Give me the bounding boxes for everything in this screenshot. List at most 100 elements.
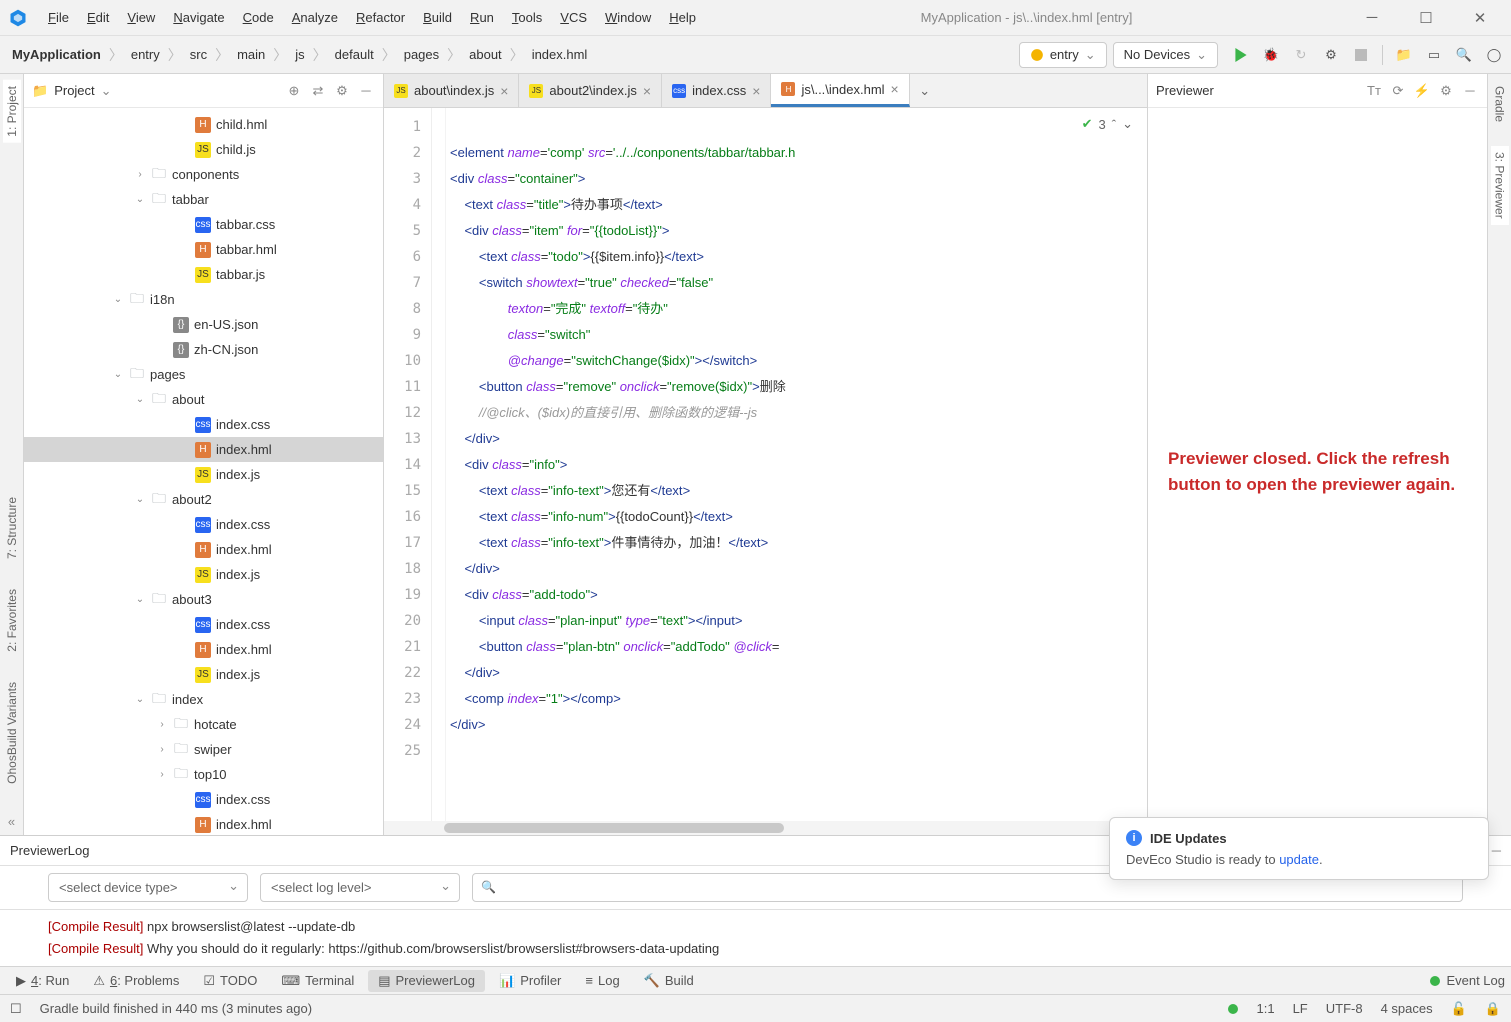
menu-refactor[interactable]: Refactor <box>348 6 413 29</box>
refresh-icon[interactable]: ⟳ <box>1389 83 1407 99</box>
tree-item-tabbar.hml[interactable]: Htabbar.hml <box>24 237 383 262</box>
lock-icon[interactable]: 🔒 <box>1485 1001 1501 1017</box>
device-type-select[interactable]: <select device type> <box>48 873 248 902</box>
tree-item-index.js[interactable]: JSindex.js <box>24 462 383 487</box>
tool-tab-build[interactable]: 🔨Build <box>634 970 704 992</box>
breadcrumb-item[interactable]: MyApplication <box>8 45 105 64</box>
menu-edit[interactable]: Edit <box>79 6 117 29</box>
menu-view[interactable]: View <box>119 6 163 29</box>
menu-vcs[interactable]: VCS <box>552 6 595 29</box>
menu-window[interactable]: Window <box>597 6 659 29</box>
menu-tools[interactable]: Tools <box>504 6 550 29</box>
tree-item-hotcate[interactable]: ›🗀hotcate <box>24 712 383 737</box>
stop-icon[interactable] <box>1352 46 1370 64</box>
editor-body[interactable]: 1234567891011121314151617181920212223242… <box>384 108 1147 821</box>
project-tool-tab[interactable]: 1: Project <box>3 80 21 143</box>
breadcrumb-item[interactable]: js <box>291 45 308 64</box>
editor-tab[interactable]: JSabout\index.js× <box>384 74 519 107</box>
tree-item-index.hml[interactable]: Hindex.hml <box>24 637 383 662</box>
tree-item-index.css[interactable]: cssindex.css <box>24 787 383 812</box>
tree-item-tabbar.css[interactable]: csstabbar.css <box>24 212 383 237</box>
tree-item-tabbar[interactable]: ⌄🗀tabbar <box>24 187 383 212</box>
close-tab-icon[interactable]: × <box>500 83 508 99</box>
tree-item-i18n[interactable]: ⌄🗀i18n <box>24 287 383 312</box>
tree-item-zh-CN.json[interactable]: {}zh-CN.json <box>24 337 383 362</box>
gear-icon[interactable]: ⚙ <box>1437 83 1455 99</box>
project-tree[interactable]: Hchild.hmlJSchild.js›🗀conponents⌄🗀tabbar… <box>24 108 383 835</box>
inspections-widget[interactable]: ✔ 3 ˆ⌄ <box>1082 116 1133 132</box>
editor-scrollbar[interactable] <box>384 821 1147 835</box>
maximize-button[interactable]: ☐ <box>1403 4 1449 32</box>
tree-item-index.js[interactable]: JSindex.js <box>24 562 383 587</box>
indent-info[interactable]: 4 spaces <box>1381 1001 1433 1016</box>
profile-icon[interactable]: ⚙ <box>1322 46 1340 64</box>
menu-code[interactable]: Code <box>235 6 282 29</box>
breadcrumb-item[interactable]: pages <box>400 45 443 64</box>
close-button[interactable]: ✕ <box>1457 4 1503 32</box>
tree-item-index[interactable]: ⌄🗀index <box>24 687 383 712</box>
close-tab-icon[interactable]: × <box>752 83 760 99</box>
breadcrumb-item[interactable]: about <box>465 45 506 64</box>
caret-position[interactable]: 1:1 <box>1256 1001 1274 1016</box>
tool-tab-terminal[interactable]: ⌨Terminal <box>271 970 364 992</box>
tree-item-index.css[interactable]: cssindex.css <box>24 612 383 637</box>
close-tab-icon[interactable]: × <box>891 81 899 97</box>
gradle-tool-tab[interactable]: Gradle <box>1491 80 1509 128</box>
menu-navigate[interactable]: Navigate <box>165 6 232 29</box>
event-log-button[interactable]: Event Log <box>1430 973 1505 988</box>
tree-item-about3[interactable]: ⌄🗀about3 <box>24 587 383 612</box>
tree-item-index.css[interactable]: cssindex.css <box>24 412 383 437</box>
device-manager-icon[interactable]: ▭ <box>1425 46 1443 64</box>
encoding[interactable]: UTF-8 <box>1326 1001 1363 1016</box>
user-icon[interactable]: ◯ <box>1485 46 1503 64</box>
tree-item-child.hml[interactable]: Hchild.hml <box>24 112 383 137</box>
close-tab-icon[interactable]: × <box>643 83 651 99</box>
menu-file[interactable]: File <box>40 6 77 29</box>
breadcrumb-item[interactable]: index.hml <box>528 45 592 64</box>
tool-tab-log[interactable]: ≡Log <box>575 970 629 991</box>
hide-icon[interactable]: ─ <box>357 83 375 98</box>
menu-analyze[interactable]: Analyze <box>284 6 346 29</box>
locate-icon[interactable]: ⊕ <box>285 83 303 99</box>
run-icon[interactable] <box>1232 46 1250 64</box>
minimize-button[interactable]: ─ <box>1349 4 1395 32</box>
tree-item-pages[interactable]: ⌄🗀pages <box>24 362 383 387</box>
tree-item-index.hml[interactable]: Hindex.hml <box>24 812 383 835</box>
debug-icon[interactable]: 🐞 <box>1262 46 1280 64</box>
log-level-select[interactable]: <select log level> <box>260 873 460 902</box>
breadcrumb-item[interactable]: src <box>186 45 211 64</box>
breadcrumb-item[interactable]: entry <box>127 45 164 64</box>
favorites-tool-tab[interactable]: 2: Favorites <box>3 583 21 658</box>
more-tabs-icon[interactable]: ⌄ <box>910 74 940 107</box>
editor-tab[interactable]: Hjs\...\index.hml× <box>771 74 909 107</box>
tree-item-swiper[interactable]: ›🗀swiper <box>24 737 383 762</box>
search-icon[interactable]: 🔍 <box>1455 46 1473 64</box>
menu-build[interactable]: Build <box>415 6 460 29</box>
settings-icon[interactable]: ⚙ <box>333 83 351 99</box>
tree-item-about[interactable]: ⌄🗀about <box>24 387 383 412</box>
coverage-icon[interactable]: ↻ <box>1292 46 1310 64</box>
device-dropdown[interactable]: No Devices ⌄ <box>1113 42 1218 68</box>
code-editor[interactable]: <element name='comp' src='../../conponen… <box>446 108 1147 821</box>
collapse-icon[interactable]: « <box>8 814 15 829</box>
folder-icon[interactable]: 📁 <box>1395 46 1413 64</box>
tool-tab-profiler[interactable]: 📊Profiler <box>489 970 571 992</box>
hide-icon[interactable]: ─ <box>1461 83 1479 98</box>
tool-tab-4-run[interactable]: ▶4: Run <box>6 970 79 992</box>
tree-item-top10[interactable]: ›🗀top10 <box>24 762 383 787</box>
tree-item-about2[interactable]: ⌄🗀about2 <box>24 487 383 512</box>
line-ending[interactable]: LF <box>1293 1001 1308 1016</box>
tree-item-index.hml[interactable]: Hindex.hml <box>24 437 383 462</box>
menu-help[interactable]: Help <box>661 6 704 29</box>
inspect-icon[interactable]: ⚡ <box>1413 83 1431 99</box>
font-icon[interactable]: Tᴛ <box>1365 83 1383 98</box>
previewer-tool-tab[interactable]: 3: Previewer <box>1491 146 1509 225</box>
tree-item-index.js[interactable]: JSindex.js <box>24 662 383 687</box>
hide-icon[interactable]: ─ <box>1492 843 1501 858</box>
tree-item-child.js[interactable]: JSchild.js <box>24 137 383 162</box>
breadcrumb-item[interactable]: main <box>233 45 269 64</box>
tree-item-conponents[interactable]: ›🗀conponents <box>24 162 383 187</box>
tree-item-en-US.json[interactable]: {}en-US.json <box>24 312 383 337</box>
breadcrumb-item[interactable]: default <box>331 45 378 64</box>
tool-tab-todo[interactable]: ☑TODO <box>193 970 267 992</box>
